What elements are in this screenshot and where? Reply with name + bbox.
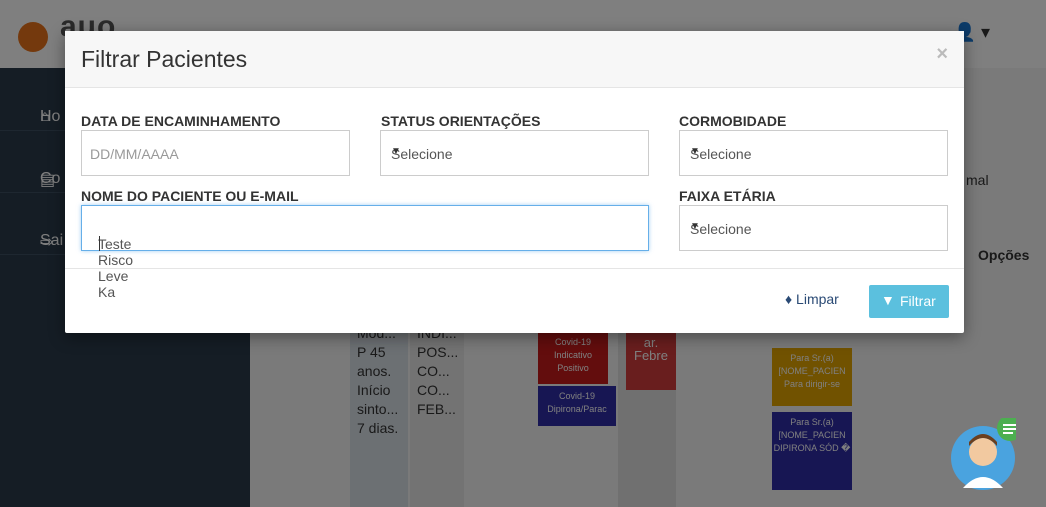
filtrar-button[interactable]: ▼ Filtrar <box>869 285 949 318</box>
cormobidade-select[interactable]: Selecione ▼ <box>679 130 948 176</box>
modal-header: Filtrar Pacientes × <box>65 31 964 88</box>
chevron-down-icon: ▼ <box>690 146 700 157</box>
date-placeholder: DD/MM/AAAA <box>90 146 179 162</box>
chat-assistant-avatar[interactable] <box>950 415 1023 490</box>
text-cursor <box>99 236 100 251</box>
modal-title: Filtrar Pacientes <box>81 46 248 72</box>
limpar-button[interactable]: ♦ Limpar <box>785 291 839 307</box>
faixa-etaria-select[interactable]: Selecione ▼ <box>679 205 948 251</box>
data-encaminhamento-input[interactable]: DD/MM/AAAA <box>81 130 350 176</box>
data-encaminhamento-label: DATA DE ENCAMINHAMENTO <box>81 113 281 129</box>
eraser-icon: ♦ <box>785 291 793 307</box>
cormobidade-label: CORMOBIDADE <box>679 113 787 129</box>
filter-icon: ▼ <box>881 292 895 308</box>
doctor-avatar-icon <box>951 415 1023 490</box>
chevron-down-icon: ▼ <box>391 146 401 157</box>
status-orientacoes-label: STATUS ORIENTAÇÕES <box>381 113 541 129</box>
faixa-etaria-label: FAIXA ETÁRIA <box>679 188 776 204</box>
limpar-label: Limpar <box>796 291 839 307</box>
filtrar-label: Filtrar <box>900 293 936 309</box>
close-icon[interactable]: × <box>936 43 948 66</box>
nome-paciente-label: NOME DO PACIENTE OU E-MAIL <box>81 188 299 204</box>
chevron-down-icon: ▼ <box>690 221 700 232</box>
filter-modal: Filtrar Pacientes × DATA DE ENCAMINHAMEN… <box>65 31 964 333</box>
modal-footer-divider <box>65 268 964 269</box>
status-orientacoes-select[interactable]: Selecione ▼ <box>380 130 649 176</box>
nome-paciente-input[interactable]: Teste Risco Leve Ka <box>81 205 649 300</box>
